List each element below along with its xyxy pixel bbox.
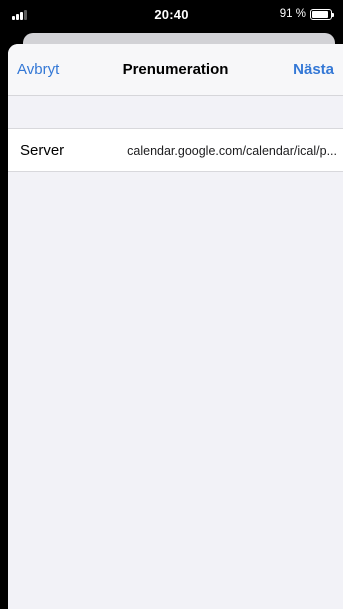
server-label: Server: [20, 142, 65, 159]
battery-icon: [310, 9, 334, 20]
server-url-field[interactable]: calendar.google.com/calendar/ical/p...: [113, 144, 337, 158]
battery-percentage: 91 %: [279, 8, 306, 20]
next-button[interactable]: Nästa: [293, 61, 334, 78]
phone-screen: 20:40 91 % Avbryt Prenumeration Nästa Se…: [0, 0, 343, 609]
subscription-sheet: Avbryt Prenumeration Nästa Server calend…: [8, 44, 343, 609]
status-bar: 20:40 91 %: [0, 0, 343, 30]
server-row[interactable]: Server calendar.google.com/calendar/ical…: [8, 128, 343, 172]
navigation-bar: Avbryt Prenumeration Nästa: [8, 44, 343, 96]
